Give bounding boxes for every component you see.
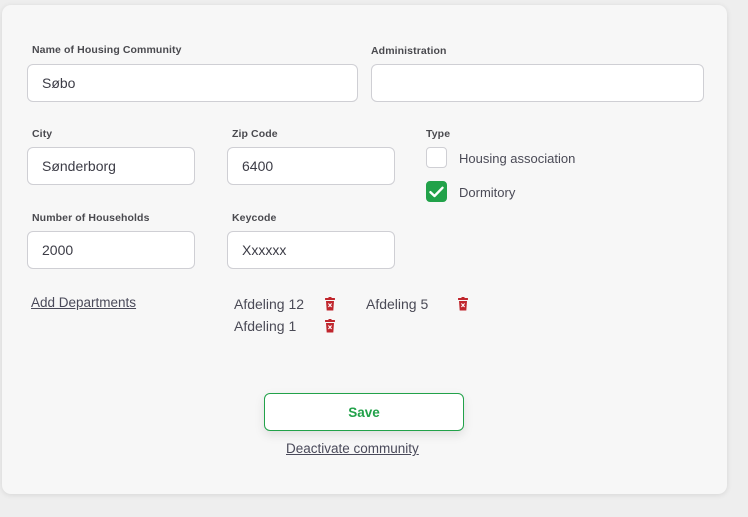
keycode-label: Keycode: [232, 212, 277, 224]
households-label: Number of Households: [32, 212, 150, 224]
check-icon: [429, 186, 444, 197]
community-form-card: Name of Housing Community Administration…: [2, 5, 727, 494]
department-name: Afdeling 12: [234, 296, 305, 312]
community-name-input[interactable]: [27, 64, 358, 102]
add-departments-link[interactable]: Add Departments: [31, 295, 136, 310]
zip-code-label: Zip Code: [232, 128, 278, 140]
trash-icon[interactable]: [324, 297, 336, 311]
trash-icon[interactable]: [457, 297, 469, 311]
housing-association-label: Housing association: [459, 151, 576, 166]
households-input[interactable]: [27, 231, 195, 269]
type-label: Type: [426, 128, 451, 140]
administration-label: Administration: [371, 45, 447, 57]
city-input[interactable]: [27, 147, 195, 185]
zip-code-input[interactable]: [227, 147, 395, 185]
housing-association-checkbox[interactable]: [426, 147, 447, 168]
administration-input[interactable]: [371, 64, 704, 102]
community-name-label: Name of Housing Community: [32, 44, 182, 56]
city-label: City: [32, 128, 53, 140]
trash-icon[interactable]: [324, 319, 336, 333]
department-name: Afdeling 1: [234, 318, 297, 334]
save-button[interactable]: Save: [264, 393, 464, 431]
dormitory-checkbox[interactable]: [426, 181, 447, 202]
deactivate-community-link[interactable]: Deactivate community: [286, 441, 419, 456]
department-name: Afdeling 5: [366, 296, 429, 312]
keycode-input[interactable]: [227, 231, 395, 269]
dormitory-label: Dormitory: [459, 185, 516, 200]
